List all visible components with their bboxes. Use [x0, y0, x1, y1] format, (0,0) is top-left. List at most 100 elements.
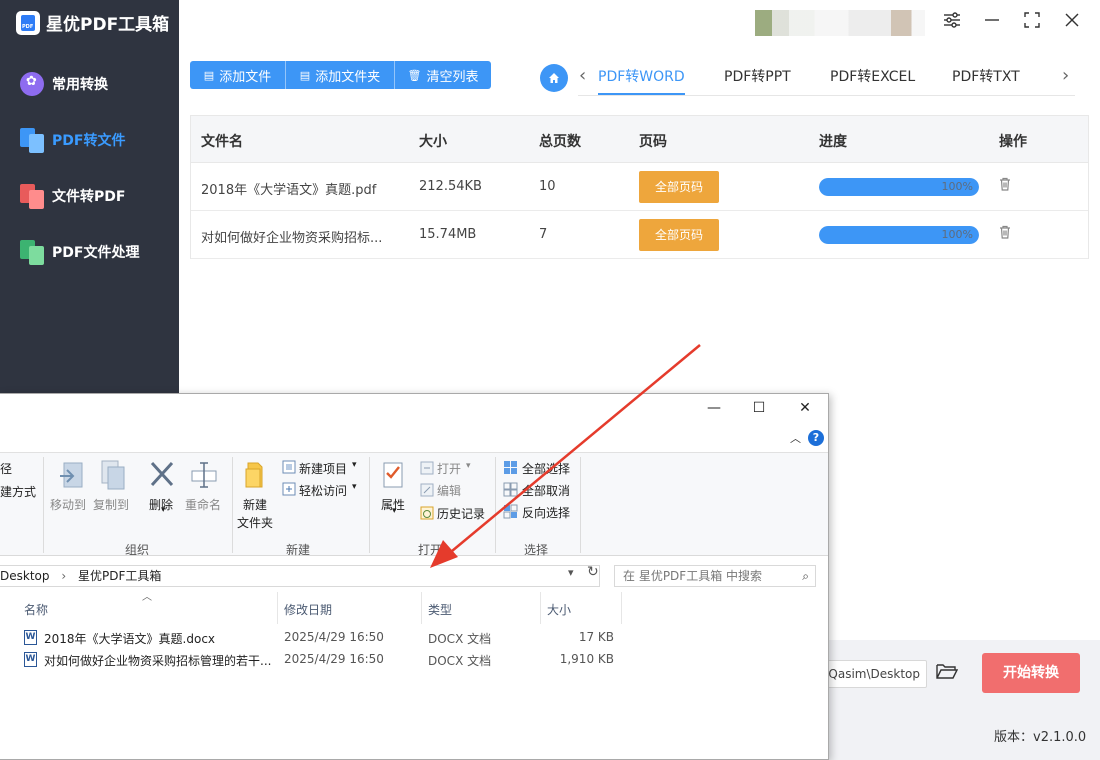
ribbon: 径 建方式 移动到 复制到 删除 ▾ 重命名 组织 新建 文件夹 新建项目 ▾ … [0, 452, 828, 557]
version-label: 版本：v2.1.0.0 [994, 730, 1087, 745]
output-path-field[interactable]: Qasim\Desktop' [825, 660, 927, 688]
clear-list-button[interactable]: 🗑 清空列表 [395, 61, 491, 89]
maximize-icon[interactable] [1021, 12, 1043, 34]
move-to-icon[interactable] [58, 461, 84, 495]
easy-access-button[interactable]: 轻松访问 [299, 482, 347, 499]
open-button[interactable]: 打开 [437, 460, 461, 477]
tab-pdf-to-txt[interactable]: PDF转TXT [952, 66, 1020, 86]
copy-to-icon[interactable] [100, 459, 126, 495]
edit-button[interactable]: 编辑 [437, 482, 461, 499]
column-header-size[interactable]: 大小 [547, 601, 571, 618]
address-bar[interactable]: Desktop › 星优PDF工具箱 [0, 565, 600, 587]
rename-button[interactable]: 重命名 [185, 496, 221, 513]
start-convert-button[interactable]: 开始转换 [982, 653, 1080, 693]
tab-pdf-to-word[interactable]: PDF转WORD [598, 66, 685, 86]
explorer-close-icon[interactable]: ✕ [791, 400, 819, 420]
invert-selection-button[interactable]: 反向选择 [522, 504, 570, 521]
address-dropdown-chevron-icon[interactable]: ▾ [568, 566, 574, 579]
document-icon: ▤ [203, 68, 215, 82]
refresh-icon[interactable]: ↻ [587, 564, 599, 580]
ribbon-group-label: 新建 [286, 543, 311, 557]
page-count: 7 [539, 227, 548, 242]
breadcrumb-desktop[interactable]: Desktop [0, 569, 50, 583]
delete-trash-icon[interactable] [999, 177, 1013, 193]
sidebar-item-pdf-to-file[interactable]: PDF转文件 [0, 120, 179, 160]
column-header-actions: 操作 [999, 134, 1027, 150]
search-placeholder: 在 星优PDF工具箱 中搜索 [623, 569, 763, 583]
help-icon[interactable]: ? [808, 430, 824, 446]
flower-icon [20, 72, 46, 96]
ribbon-collapse-chevron-icon[interactable]: ︿ [790, 430, 801, 446]
file-name: 2018年《大学语文》真题.docx [44, 632, 216, 646]
rename-icon[interactable] [190, 461, 220, 493]
delete-trash-icon[interactable] [999, 225, 1013, 241]
table-row[interactable]: 2018年《大学语文》真题.pdf 212.54KB 10 全部页码 100% [191, 163, 1088, 211]
history-icon [420, 506, 434, 524]
sidebar-item-pdf-process[interactable]: PDF文件处理 [0, 232, 179, 272]
active-tab-indicator [598, 93, 685, 95]
table-header: 文件名 大小 总页数 页码 进度 操作 [191, 116, 1088, 163]
new-folder-button[interactable]: 新建 [243, 496, 267, 513]
chevron-down-icon[interactable]: ▾ [466, 461, 471, 471]
invert-selection-icon [503, 504, 518, 523]
history-button[interactable]: 历史记录 [437, 505, 485, 522]
list-item[interactable]: W 对如何做好企业物资采购招标管理的若干... 2025/4/29 16:50 … [0, 649, 700, 671]
move-to-button[interactable]: 移动到 [50, 496, 86, 513]
file-type: DOCX 文档 [428, 632, 492, 646]
new-folder-icon[interactable] [244, 461, 266, 493]
brand: PDF 星优PDF工具箱 [16, 10, 169, 35]
all-pages-button[interactable]: 全部页码 [639, 219, 719, 251]
file-size: 15.74MB [419, 227, 477, 242]
tabs-next-chevron-icon[interactable]: › [1062, 65, 1069, 86]
chevron-down-icon[interactable]: ▾ [161, 505, 166, 515]
new-item-icon [282, 460, 296, 478]
tab-pdf-to-excel[interactable]: PDF转EXCEL [830, 66, 915, 86]
app-logo-icon: PDF [16, 10, 40, 35]
select-none-icon [503, 482, 518, 501]
progress-bar: 100% [819, 178, 979, 196]
list-item[interactable]: W 2018年《大学语文》真题.docx 2025/4/29 16:50 DOC… [0, 627, 700, 649]
file-list-header: ︿ 名称 修改日期 类型 大小 [0, 592, 828, 624]
table-row[interactable]: 对如何做好企业物资采购招标... 15.74MB 7 全部页码 100% [191, 211, 1088, 259]
file-size: 212.54KB [419, 179, 482, 194]
ribbon-group-label: 打开 [418, 543, 443, 557]
minimize-icon[interactable] [981, 12, 1003, 34]
explorer-minimize-icon[interactable]: — [700, 400, 728, 420]
home-button[interactable] [540, 64, 568, 92]
new-folder-button-line2: 文件夹 [237, 516, 274, 530]
all-pages-button[interactable]: 全部页码 [639, 171, 719, 203]
new-item-button[interactable]: 新建项目 [299, 460, 347, 477]
tab-pdf-to-ppt[interactable]: PDF转PPT [724, 66, 791, 86]
add-file-button[interactable]: ▤ 添加文件 [190, 61, 286, 89]
file-to-pdf-icon [20, 184, 46, 209]
file-table: 文件名 大小 总页数 页码 进度 操作 2018年《大学语文》真题.pdf 21… [190, 115, 1089, 259]
file-name: 对如何做好企业物资采购招标管理的若干... [44, 654, 272, 668]
sidebar-item-common-convert[interactable]: 常用转换 [0, 64, 179, 104]
column-header-date[interactable]: 修改日期 [284, 601, 332, 618]
chevron-down-icon[interactable]: ▾ [392, 506, 397, 516]
chevron-down-icon[interactable]: ▾ [352, 460, 357, 470]
column-header-pages: 总页数 [539, 134, 581, 150]
select-none-button[interactable]: 全部取消 [522, 482, 570, 499]
avatar[interactable] [755, 10, 925, 36]
column-header-type[interactable]: 类型 [428, 601, 452, 618]
settings-sliders-icon[interactable] [941, 12, 963, 34]
close-icon[interactable] [1061, 12, 1083, 34]
breadcrumb-separator-chevron-icon[interactable]: › [61, 569, 66, 583]
copy-to-button[interactable]: 复制到 [93, 496, 129, 513]
file-name: 对如何做好企业物资采购招标... [201, 231, 383, 246]
sidebar-item-label: PDF转文件 [52, 133, 126, 149]
explorer-maximize-icon[interactable]: ☐ [745, 400, 773, 420]
column-header-name[interactable]: 名称 [24, 601, 48, 618]
sidebar-item-file-to-pdf[interactable]: 文件转PDF [0, 176, 179, 216]
search-input[interactable]: 在 星优PDF工具箱 中搜索 ⌕ [614, 565, 816, 587]
folder-open-icon[interactable] [936, 662, 959, 684]
breadcrumb-current-folder[interactable]: 星优PDF工具箱 [78, 569, 161, 583]
ribbon-partial-label: 建方式 [0, 485, 37, 499]
chevron-down-icon[interactable]: ▾ [352, 482, 357, 492]
delete-x-icon[interactable] [149, 460, 175, 492]
file-toolbar: ▤ 添加文件 ▤ 添加文件夹 🗑 清空列表 [190, 61, 491, 89]
select-all-button[interactable]: 全部选择 [522, 460, 570, 477]
add-folder-button[interactable]: ▤ 添加文件夹 [286, 61, 395, 89]
properties-check-icon[interactable] [382, 461, 404, 493]
